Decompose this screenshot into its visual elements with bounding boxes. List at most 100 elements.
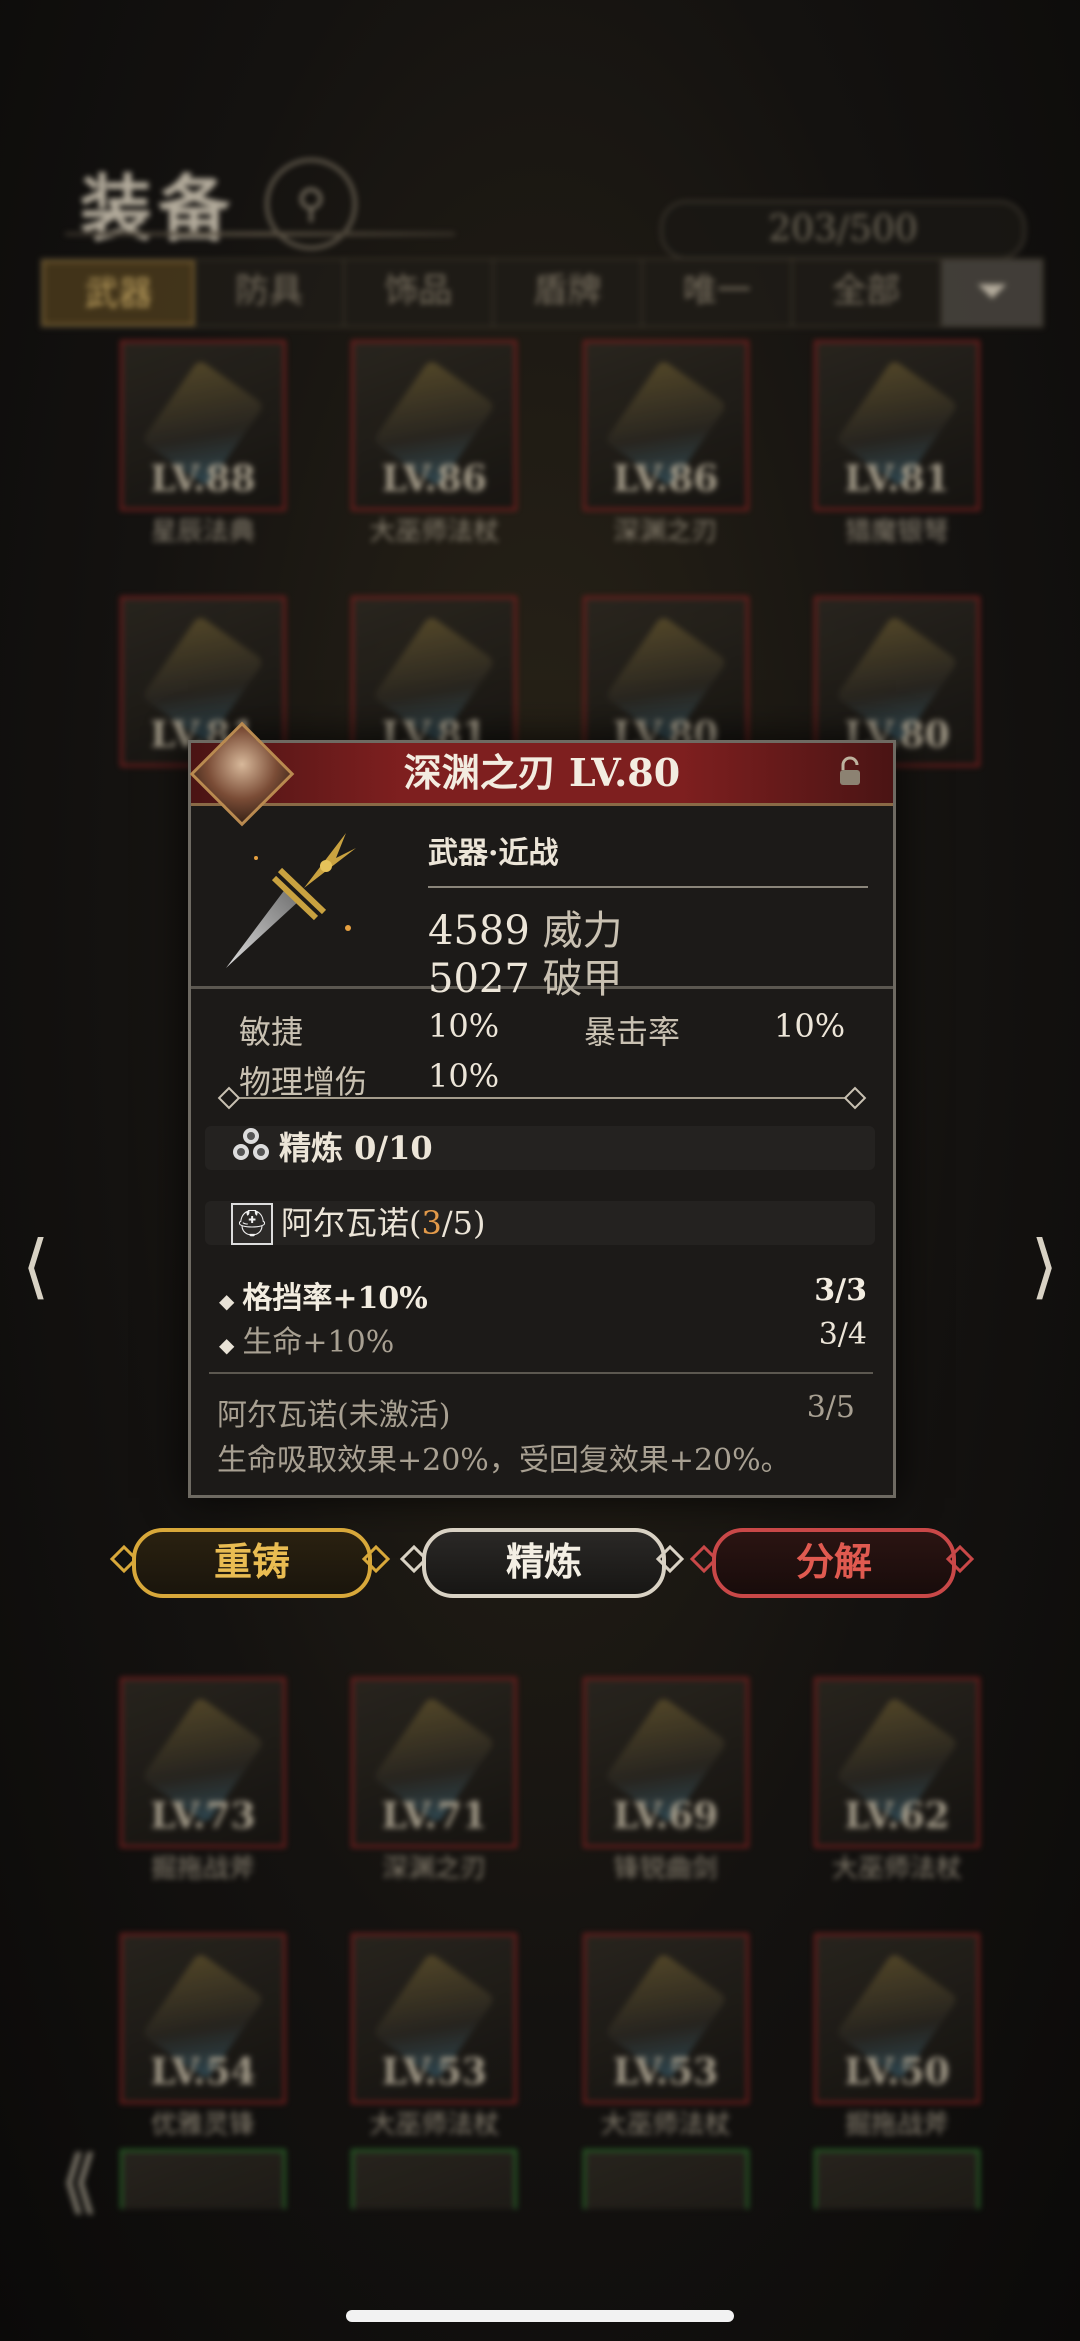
item-name: 大巫师法杖 [369,517,500,547]
item-card[interactable]: LV.54 优雅灵锋 [120,1933,286,2140]
item-main-info: 武器·近战 4589 威力 5027 破甲 [191,806,893,1002]
inventory-capacity: 203/500 [660,200,1026,260]
item-card[interactable] [813,2149,980,2209]
item-card[interactable]: LV.86 深渊之刃 [582,340,749,547]
item-level: LV.86 [613,458,719,500]
item-name: 深渊之刃 [382,1854,487,1884]
item-level: LV.71 [381,1795,487,1837]
filter-icon[interactable]: ⏷ [941,260,1042,326]
item-level: LV.69 [613,1795,719,1837]
lock-icon[interactable] [833,755,867,789]
page-title: 装备 [80,166,237,251]
inactive-set-desc: 生命吸取效果+20%，受回复效果+20%。 [217,1443,791,1478]
title-underline [65,232,455,236]
refine-button[interactable]: 精炼 [422,1528,666,1598]
crit-rate-label: 暴击率 [584,1013,681,1051]
refine-icon [233,1128,269,1160]
item-level: LV.50 [844,2051,950,2093]
refine-label: 精炼 [279,1129,344,1167]
decompose-button[interactable]: 分解 [712,1528,956,1598]
item-card[interactable]: LV.53 大巫师法杖 [351,1933,518,2140]
item-card[interactable]: LV.86 大巫师法杖 [351,340,518,547]
item-card[interactable] [120,2149,286,2209]
item-name: 大巫师法杖 [831,1854,962,1884]
tab-shields[interactable]: 盾牌 [494,260,644,326]
item-card[interactable] [582,2149,749,2209]
set-helmet-icon: ⛑ [231,1203,273,1245]
item-name: 大巫师法杖 [600,2110,731,2140]
set-name: 阿尔瓦诺(3/5) [281,1201,485,1245]
item-name: 猎魔银弩 [844,517,949,547]
home-indicator[interactable] [346,2310,734,2322]
item-card[interactable]: LV.81 猎魔银弩 [813,340,980,547]
set-bonus-row: ◆ 格挡率+10% 3/3 [219,1273,867,1317]
item-detail-popup: 深渊之刃 LV.80 武器·近战 4589 威力 5027 破甲 敏捷 10% … [188,721,896,1498]
bullet-icon: ◆ [219,1333,235,1357]
tab-accessories[interactable]: 饰品 [345,260,494,326]
item-level: LV.81 [844,458,950,500]
item-level: LV.53 [613,2051,719,2093]
item-card[interactable]: LV.71 深渊之刃 [351,1677,518,1884]
item-name: 星辰法典 [150,517,255,547]
item-type: 武器·近战 [428,836,559,871]
recast-button[interactable]: 重铸 [132,1528,372,1598]
item-name: 锋锐曲剑 [613,1854,718,1884]
ornament-divider [227,1097,853,1099]
item-level: LV.86 [381,458,487,500]
item-card[interactable]: LV.50 掘拖战斧 [813,1933,980,2140]
crit-rate-value: 10% [774,1007,846,1045]
refine-value: 0/10 [354,1129,433,1167]
inactive-set-count: 3/5 [806,1390,855,1425]
item-row [120,2149,980,2209]
inactive-set-name: 阿尔瓦诺(未激活) [217,1398,451,1433]
bonus-count: 3/3 [814,1273,867,1308]
bonus-divider [209,1372,873,1374]
bonus-text: 格挡率+10% [242,1281,428,1316]
agility-value: 10% [428,1007,500,1045]
item-name: 大巫师法杖 [369,2110,500,2140]
item-name: 掘拖战斧 [844,2110,949,2140]
tab-weapons[interactable]: 武器 [42,260,196,326]
set-current-count: 3 [421,1204,442,1242]
item-name: 深渊之刃 [613,517,718,547]
item-level: LV.53 [381,2051,487,2093]
item-name: 掘拖战斧 [150,1854,255,1884]
item-row: LV.54 优雅灵锋 LV.53 大巫师法杖 LV.53 大巫师法杖 LV.50 掘拖战… [120,1933,980,2140]
item-row: LV.73 掘拖战斧 LV.71 深渊之刃 LV.69 锋锐曲剑 LV.62 大巫师法杖 [120,1677,980,1884]
item-card[interactable] [351,2149,518,2209]
category-tabs: 武器 防具 饰品 盾牌 唯一 全部 ⏷ [40,258,1044,328]
popup-header: 深渊之刃 LV.80 [189,721,893,827]
refine-status: 精炼 0/10 [279,1126,433,1170]
tab-all[interactable]: 全部 [793,260,942,326]
search-icon[interactable]: ⚲ [265,158,357,250]
back-icon[interactable]: ⟪ [60,2140,99,2222]
next-item-arrow-icon[interactable]: ⟩ [1031,1225,1058,1307]
diamond-ornament [217,1086,241,1110]
item-name: 优雅灵锋 [150,2110,255,2140]
diamond-ornament [843,1086,867,1110]
item-card[interactable]: LV.62 大巫师法杖 [813,1677,980,1884]
bonus-count: 3/4 [818,1317,867,1352]
type-divider [428,886,868,888]
item-card[interactable]: LV.69 锋锐曲剑 [582,1677,749,1884]
phys-damage-value: 10% [428,1057,500,1095]
prev-item-arrow-icon[interactable]: ⟨ [22,1225,49,1307]
item-level: LV.88 [150,458,256,500]
item-level: LV.62 [844,1795,950,1837]
item-row: LV.88 星辰法典 LV.86 大巫师法杖 LV.86 深渊之刃 LV.81 猎魔银弩 [120,340,980,547]
tab-armor[interactable]: 防具 [195,260,345,326]
item-card[interactable]: LV.73 掘拖战斧 [120,1677,286,1884]
agility-label: 敏捷 [239,1013,304,1051]
bonus-text: 生命+10% [242,1325,395,1360]
item-level: LV.73 [150,1795,256,1837]
item-card[interactable]: LV.88 星辰法典 [120,340,286,547]
set-name-prefix: 阿尔瓦诺( [281,1204,422,1242]
item-card[interactable]: LV.53 大巫师法杖 [582,1933,749,2140]
item-title: 深渊之刃 LV.80 [403,750,681,795]
inactive-set-title: 阿尔瓦诺(未激活) 3/5 [217,1390,867,1434]
set-name-suffix: /5) [441,1204,486,1242]
item-level: LV.54 [150,2051,256,2093]
dagger-icon [226,833,356,968]
bullet-icon: ◆ [219,1289,235,1313]
tab-unique[interactable]: 唯一 [643,260,793,326]
